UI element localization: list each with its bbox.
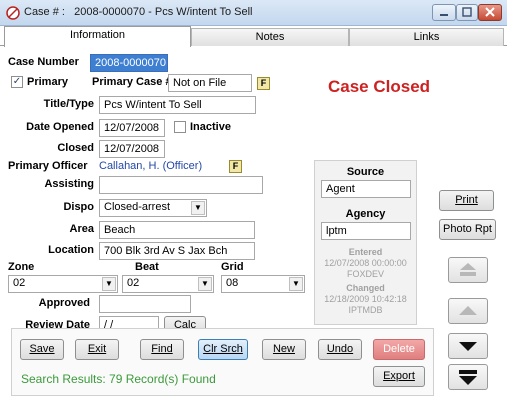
- inactive-label: Inactive: [190, 121, 231, 133]
- case-number-field[interactable]: 2008-0000070: [90, 54, 168, 72]
- approved-field[interactable]: [99, 295, 191, 313]
- source-label: Source: [346, 166, 385, 178]
- primary-label: Primary: [27, 76, 68, 88]
- source-field[interactable]: Agent: [321, 180, 411, 198]
- assisting-label: Assisting: [44, 178, 94, 190]
- zone-select[interactable]: 02 ▼: [8, 275, 118, 293]
- maximize-icon: [462, 7, 472, 17]
- entered-label: Entered: [348, 247, 383, 257]
- changed-by: IPTMDB: [348, 305, 383, 315]
- save-button[interactable]: Save: [20, 339, 64, 360]
- beat-select[interactable]: 02 ▼: [122, 275, 214, 293]
- export-button[interactable]: Export: [373, 366, 425, 387]
- primary-case-field[interactable]: Not on File: [168, 74, 252, 92]
- dropdown-arrow-icon: ▼: [289, 277, 303, 291]
- tab-notes[interactable]: Notes: [191, 28, 349, 46]
- next-record-button[interactable]: [448, 333, 488, 359]
- location-label: Location: [48, 244, 94, 256]
- action-panel: Save Exit Find Clr Srch New Undo Delete …: [11, 328, 434, 396]
- last-record-button[interactable]: [448, 364, 488, 390]
- information-panel: Case Number 2008-0000070 ✓ Primary Prima…: [8, 47, 502, 397]
- export-button-label: Export: [383, 370, 415, 382]
- last-record-icon: [459, 370, 477, 385]
- find-button[interactable]: Find: [140, 339, 184, 360]
- exit-button-label: Exit: [87, 343, 107, 355]
- closed-date-field[interactable]: 12/07/2008: [99, 140, 165, 158]
- primary-case-label: Primary Case #: [92, 76, 172, 88]
- primary-officer-label: Primary Officer: [8, 160, 88, 172]
- dispo-label: Dispo: [63, 201, 94, 213]
- primary-case-find-button[interactable]: F: [257, 77, 270, 90]
- date-opened-label: Date Opened: [26, 121, 94, 133]
- primary-officer-value[interactable]: Callahan, H. (Officer): [99, 160, 202, 172]
- dropdown-arrow-icon: ▼: [102, 277, 116, 291]
- case-number-label: Case Number: [8, 56, 79, 68]
- source-agency-panel: Source Agent Agency lptm Entered 12/07/2…: [314, 160, 417, 325]
- beat-value: 02: [127, 277, 140, 289]
- minimize-button[interactable]: [432, 4, 456, 21]
- next-record-icon: [459, 342, 477, 351]
- dropdown-arrow-icon: ▼: [191, 201, 205, 215]
- undo-button-label: Undo: [326, 343, 354, 355]
- title-bar: Case # : 2008-0000070 - Pcs W/intent To …: [0, 0, 507, 26]
- changed-date: 12/18/2009 10:42:18: [324, 294, 407, 304]
- agency-field[interactable]: lptm: [321, 222, 411, 240]
- minimize-icon: [440, 14, 448, 16]
- inactive-checkbox[interactable]: [174, 121, 186, 133]
- delete-button[interactable]: Delete: [373, 339, 425, 360]
- tab-links[interactable]: Links: [349, 28, 504, 46]
- grid-select[interactable]: 08 ▼: [221, 275, 305, 293]
- undo-button[interactable]: Undo: [318, 339, 362, 360]
- dispo-select[interactable]: Closed-arrest ▼: [99, 199, 207, 217]
- grid-value: 08: [226, 277, 239, 289]
- primary-checkbox[interactable]: ✓: [11, 76, 23, 88]
- tab-information[interactable]: Information: [4, 26, 191, 47]
- approved-label: Approved: [38, 297, 90, 309]
- zone-value: 02: [13, 277, 26, 289]
- clr-srch-button[interactable]: Clr Srch: [198, 339, 248, 360]
- area-field[interactable]: Beach: [99, 221, 255, 239]
- clr-srch-button-label: Clr Srch: [203, 343, 243, 355]
- prev-record-button[interactable]: [448, 298, 488, 324]
- dropdown-arrow-icon: ▼: [198, 277, 212, 291]
- maximize-button[interactable]: [456, 4, 478, 21]
- print-button-label: Print: [455, 194, 478, 206]
- entered-date: 12/07/2008 00:00:00: [324, 258, 407, 268]
- dispo-value: Closed-arrest: [104, 201, 171, 213]
- location-field[interactable]: 700 Blk 3rd Av S Jax Bch: [99, 242, 255, 260]
- grid-label: Grid: [221, 261, 244, 273]
- new-button-label: New: [272, 343, 295, 355]
- title-type-label: Title/Type: [43, 98, 94, 110]
- window-title: Case # : 2008-0000070 - Pcs W/intent To …: [24, 6, 253, 18]
- new-button[interactable]: New: [262, 339, 306, 360]
- entered-by: FOXDEV: [346, 269, 384, 279]
- primary-officer-find-button[interactable]: F: [229, 160, 242, 173]
- save-button-label: Save: [29, 343, 55, 355]
- tab-bar: Information Notes Links: [0, 26, 507, 47]
- first-record-button[interactable]: [448, 257, 488, 283]
- find-button-label: Find: [151, 343, 173, 355]
- case-icon: [6, 6, 20, 20]
- search-results-text: Search Results: 79 Record(s) Found: [21, 372, 216, 386]
- exit-button[interactable]: Exit: [75, 339, 119, 360]
- close-icon: [485, 7, 495, 17]
- area-label: Area: [69, 223, 94, 235]
- agency-label: Agency: [345, 208, 386, 220]
- prev-record-icon: [459, 306, 477, 315]
- first-record-icon: [460, 263, 476, 276]
- beat-label: Beat: [135, 261, 159, 273]
- assisting-field[interactable]: [99, 176, 263, 194]
- case-status: Case Closed: [328, 77, 431, 96]
- print-button[interactable]: Print: [439, 190, 494, 211]
- close-button[interactable]: [478, 4, 502, 21]
- closed-label: Closed: [57, 142, 94, 154]
- title-type-field[interactable]: Pcs W/intent To Sell: [99, 96, 256, 114]
- changed-label: Changed: [346, 283, 385, 293]
- date-opened-field[interactable]: 12/07/2008: [99, 119, 165, 137]
- zone-label: Zone: [8, 261, 35, 273]
- photo-rpt-button[interactable]: Photo Rpt: [439, 219, 496, 240]
